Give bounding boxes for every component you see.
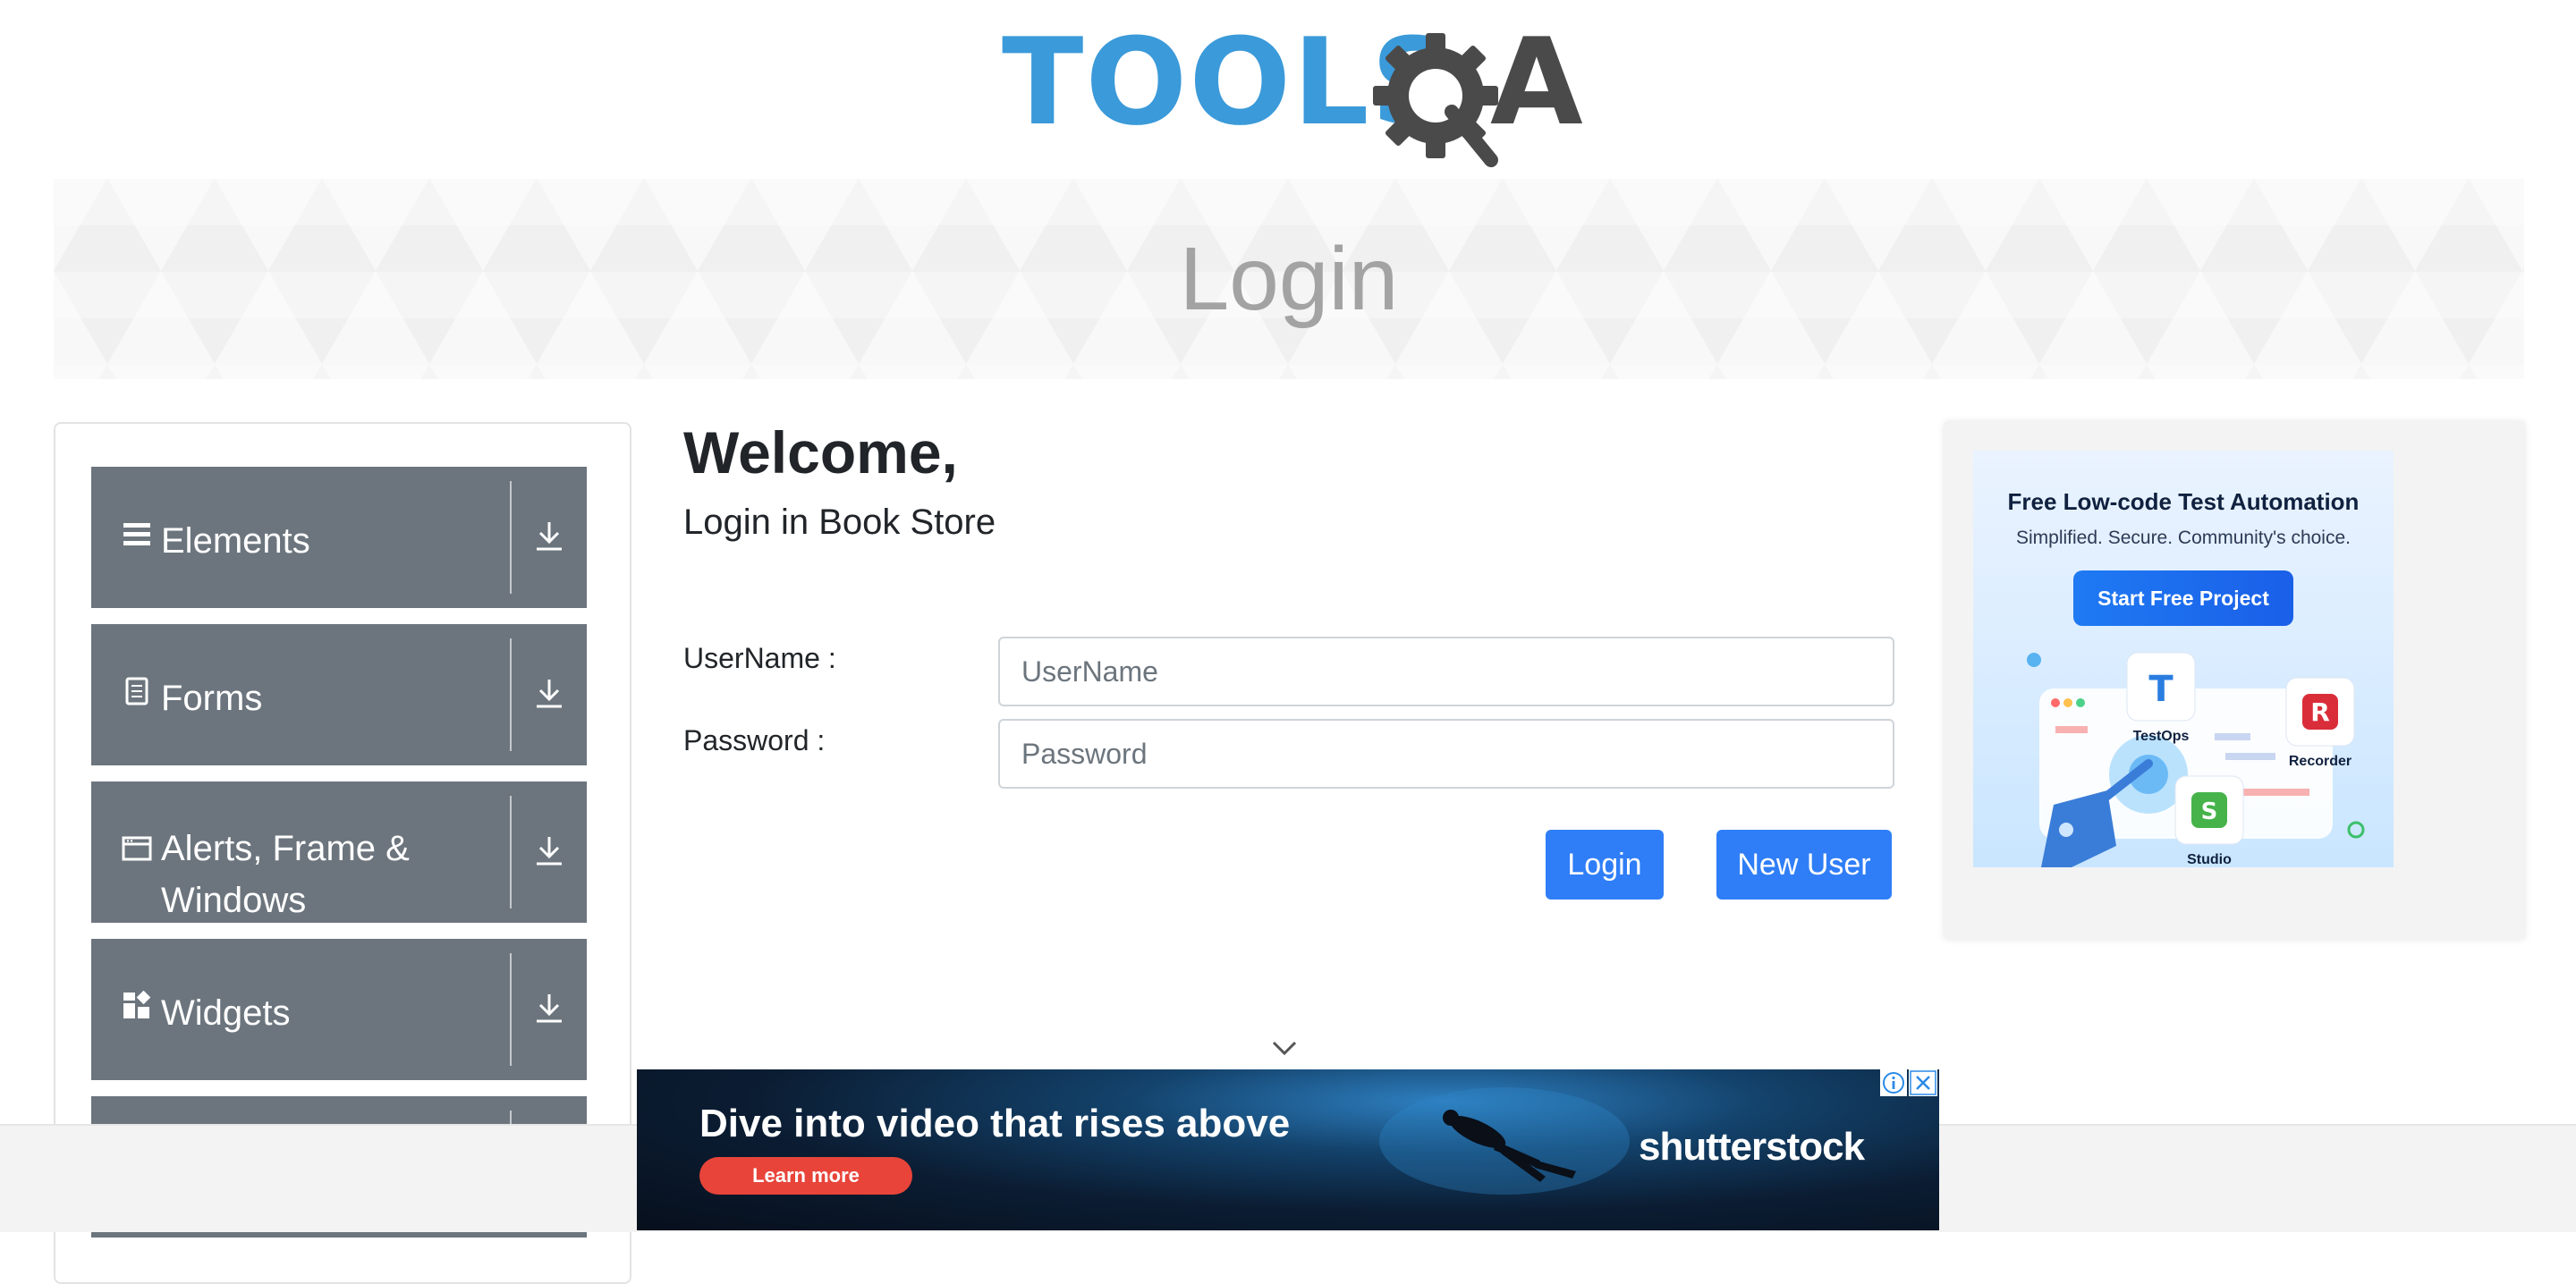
divider — [510, 638, 512, 751]
password-input[interactable] — [998, 719, 1894, 789]
ad-title: Free Low-code Test Automation — [2007, 488, 2360, 515]
divider — [510, 796, 512, 908]
ad-label-studio: Studio — [2187, 852, 2232, 867]
welcome-heading: Welcome, — [683, 419, 958, 486]
download-icon[interactable] — [533, 519, 565, 554]
ad-label-recorder: Recorder — [2289, 754, 2351, 769]
sidebar-group-elements[interactable]: Elements — [91, 467, 587, 608]
hamburger-icon — [123, 523, 150, 545]
sidebar-group-label: Alerts, Frame & Windows — [161, 829, 410, 920]
svg-text:R: R — [2310, 697, 2330, 727]
password-label: Password : — [683, 724, 826, 756]
info-icon[interactable] — [1880, 1069, 1907, 1096]
bottom-ad-brand: shutterstock — [1639, 1125, 1865, 1169]
svg-text:T: T — [2148, 669, 2174, 710]
ad-subtitle: Simplified. Secure. Community's choice. — [2016, 528, 2351, 548]
page-banner: Login — [54, 179, 2524, 379]
ad-creative[interactable]: Free Low-code Test Automation Simplified… — [1973, 451, 2394, 867]
download-icon[interactable] — [533, 991, 565, 1026]
document-icon — [125, 677, 148, 705]
new-user-button[interactable]: New User — [1716, 830, 1892, 900]
page-title: Login — [1179, 229, 1399, 329]
download-icon[interactable] — [533, 676, 565, 712]
ad-illustration: T TestOps R Recorder S Studio — [2027, 652, 2365, 867]
bottom-banner-ad[interactable]: Dive into video that rises above Learn m… — [637, 1069, 1939, 1230]
sidebar-group-label: Widgets — [161, 993, 291, 1033]
toolsqa-logo[interactable]: TOOLS A — [1002, 13, 1583, 172]
username-input[interactable] — [998, 637, 1894, 706]
ad-label-testops: TestOps — [2133, 729, 2190, 744]
divider — [510, 481, 512, 594]
sidebar-group-label: Forms — [161, 679, 263, 718]
ad-cta-button[interactable]: Start Free Project — [2073, 570, 2293, 626]
sidebar-group-forms[interactable]: Forms — [91, 624, 587, 765]
download-icon[interactable] — [533, 833, 565, 869]
chevron-down-icon[interactable] — [1270, 1037, 1299, 1059]
sidebar-group-widgets[interactable]: Widgets — [91, 939, 587, 1080]
widgets-icon — [123, 991, 151, 1018]
login-subtitle: Login in Book Store — [683, 503, 996, 542]
svg-text:S: S — [2201, 798, 2218, 825]
username-label: UserName : — [683, 642, 836, 674]
close-icon[interactable] — [1909, 1069, 1937, 1096]
logo-letter: A — [1490, 20, 1583, 152]
diver-image — [1379, 1087, 1630, 1195]
sidebar-ad[interactable]: Free Low-code Test Automation Simplified… — [1945, 422, 2524, 939]
bottom-ad-headline: Dive into video that rises above — [699, 1102, 1291, 1145]
window-icon — [122, 836, 152, 861]
bottom-ad-cta-button[interactable]: Learn more — [699, 1157, 912, 1195]
sidebar-group-label: Elements — [161, 521, 310, 561]
sidebar-group-alerts[interactable]: Alerts, Frame & Windows — [91, 781, 587, 923]
divider — [510, 953, 512, 1066]
login-button[interactable]: Login — [1546, 830, 1664, 900]
